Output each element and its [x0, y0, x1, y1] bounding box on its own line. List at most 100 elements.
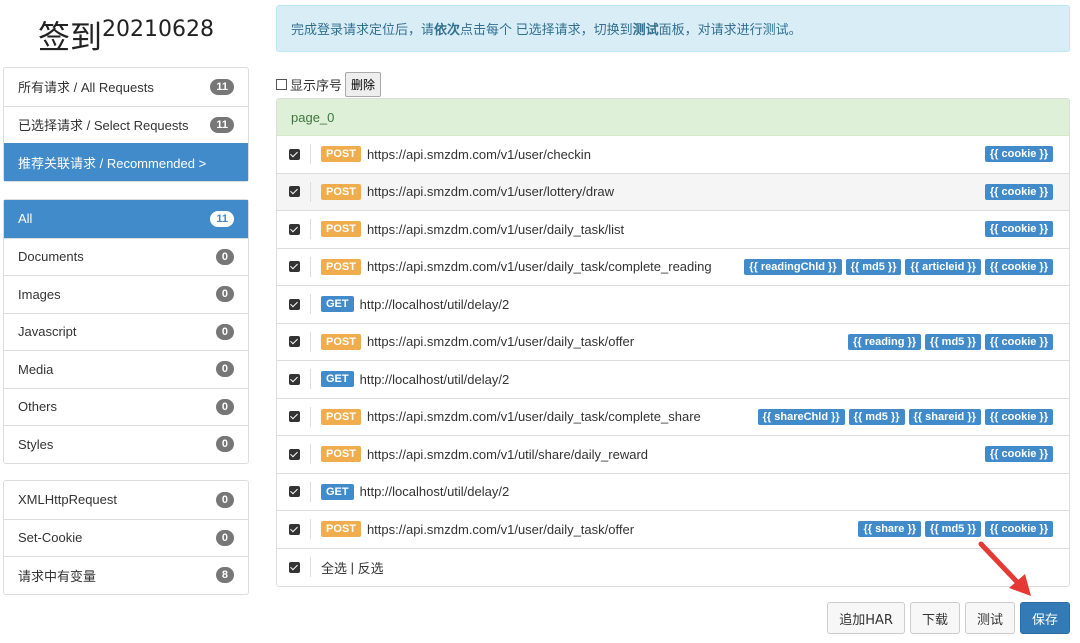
request-checkbox[interactable]	[289, 486, 300, 498]
sidebar-item-select-requests[interactable]: 已选择请求 / Select Requests 11	[4, 105, 248, 144]
count-badge: 0	[215, 361, 234, 378]
select-all-link[interactable]: 全选	[321, 558, 347, 577]
sidebar-item-all-requests[interactable]: 所有请求 / All Requests 11	[4, 68, 248, 106]
request-checkbox[interactable]	[289, 523, 300, 535]
count-badge: 0	[215, 398, 234, 415]
count-badge: 0	[215, 436, 234, 453]
request-row[interactable]: POST https://api.smzdm.com/v1/user/daily_…	[277, 324, 1069, 361]
variable-tag: {{ cookie }}	[984, 221, 1053, 238]
save-button[interactable]: 保存	[1019, 602, 1070, 634]
request-url[interactable]: https://api.smzdm.com/v1/user/daily_task…	[367, 222, 985, 237]
variable-tag: {{ cookie }}	[984, 258, 1053, 275]
method-badge: POST	[321, 221, 361, 238]
request-checkbox[interactable]	[289, 261, 300, 273]
request-filter-group: 所有请求 / All Requests 11 已选择请求 / Select Requ…	[3, 67, 249, 182]
sidebar-item-images[interactable]: Images 0	[4, 275, 248, 313]
variable-tag: {{ cookie }}	[984, 521, 1053, 538]
request-checkbox[interactable]	[289, 411, 300, 423]
sidebar-item-set-cookie[interactable]: Set-Cookie 0	[4, 518, 248, 557]
divider	[310, 519, 311, 540]
variable-tags: {{ share }}{{ md5 }}{{ cookie }}	[858, 521, 1053, 538]
sidebar-item-media[interactable]: Media 0	[4, 350, 248, 388]
sidebar-item-all[interactable]: All 11	[4, 200, 248, 238]
request-checkbox[interactable]	[289, 298, 300, 310]
sidebar-item-label: 已选择请求 / Select Requests	[18, 118, 189, 134]
delete-button[interactable]: 删除	[345, 72, 382, 97]
sidebar-item-others[interactable]: Others 0	[4, 387, 248, 426]
request-row[interactable]: GET http://localhost/util/delay/2	[277, 361, 1069, 399]
request-checkbox[interactable]	[289, 186, 300, 198]
request-url[interactable]: https://api.smzdm.com/v1/user/daily_task…	[367, 334, 848, 349]
variable-tag: {{ md5 }}	[848, 408, 905, 425]
request-url[interactable]: https://api.smzdm.com/v1/user/daily_task…	[367, 522, 859, 537]
request-url[interactable]: https://api.smzdm.com/v1/user/checkin	[367, 147, 985, 162]
invert-selection-link[interactable]: 反选	[358, 558, 384, 577]
variable-tags: {{ reading }}{{ md5 }}{{ cookie }}	[848, 333, 1053, 350]
variable-tag: {{ cookie }}	[984, 446, 1053, 463]
list-toolbar: 显示序号 删除	[276, 72, 382, 97]
request-row[interactable]: POST https://api.smzdm.com/v1/user/daily_…	[277, 511, 1069, 549]
sidebar-item-label: 所有请求 / All Requests	[18, 80, 154, 96]
download-button[interactable]: 下载	[909, 602, 960, 634]
request-row[interactable]: POST https://api.smzdm.com/v1/util/share/…	[277, 436, 1069, 474]
sidebar-item-label: 推荐关联请求 / Recommended >	[18, 155, 207, 171]
page-title: 签到20210628	[38, 17, 214, 56]
divider	[310, 144, 311, 165]
method-badge: POST	[321, 333, 361, 350]
variable-tags: {{ cookie }}	[984, 221, 1053, 238]
request-url[interactable]: http://localhost/util/delay/2	[360, 297, 1053, 312]
variable-tag: {{ articleid }}	[905, 258, 981, 275]
variable-tag: {{ reading }}	[848, 333, 922, 350]
method-badge: POST	[321, 446, 361, 463]
variable-tag: {{ share }}	[858, 521, 922, 538]
divider	[310, 294, 311, 315]
method-badge: GET	[321, 371, 354, 388]
select-footer: 全选 | 反选	[277, 549, 1069, 586]
method-badge: POST	[321, 408, 361, 425]
request-checkbox[interactable]	[289, 373, 300, 385]
variable-tag: {{ md5 }}	[845, 258, 902, 275]
sidebar-item-label: All	[18, 211, 33, 227]
test-button[interactable]: 测试	[964, 602, 1015, 634]
request-row[interactable]: POST https://api.smzdm.com/v1/user/lotter…	[277, 173, 1069, 211]
variable-tag: {{ cookie }}	[984, 183, 1053, 200]
sidebar-item-label: Others	[18, 399, 58, 415]
variable-tag: {{ shareChld }}	[757, 408, 845, 425]
request-row[interactable]: POST https://api.smzdm.com/v1/user/checki…	[277, 136, 1069, 174]
method-badge: POST	[321, 146, 361, 163]
request-checkbox[interactable]	[289, 148, 300, 160]
sidebar-item-recommended[interactable]: 推荐关联请求 / Recommended >	[4, 143, 248, 181]
divider	[310, 444, 311, 465]
sidebar-item-label: 请求中有变量	[18, 568, 97, 584]
request-url[interactable]: https://api.smzdm.com/v1/user/daily_task…	[367, 259, 744, 274]
request-url[interactable]: https://api.smzdm.com/v1/user/daily_task…	[367, 409, 758, 424]
variable-tags: {{ readingChld }}{{ md5 }}{{ articleid }…	[744, 258, 1053, 275]
sidebar-item-javascript[interactable]: Javascript 0	[4, 312, 248, 351]
sidebar-item-xmlhttprequest[interactable]: XMLHttpRequest 0	[4, 481, 248, 519]
append-har-button[interactable]: 追加HAR	[827, 602, 905, 634]
request-row[interactable]: POST https://api.smzdm.com/v1/user/daily_…	[277, 249, 1069, 286]
sidebar-item-item[interactable]: 请求中有变量 8	[4, 556, 248, 594]
show-index-checkbox[interactable]	[276, 79, 287, 90]
variable-tags: {{ shareChld }}{{ md5 }}{{ shareid }}{{ …	[757, 408, 1053, 425]
request-checkbox[interactable]	[289, 448, 300, 460]
request-row[interactable]: GET http://localhost/util/delay/2	[277, 474, 1069, 511]
select-all-checkbox[interactable]	[289, 561, 300, 573]
count-badge: 0	[215, 248, 234, 265]
request-row[interactable]: POST https://api.smzdm.com/v1/user/daily_…	[277, 399, 1069, 436]
request-checkbox[interactable]	[289, 336, 300, 348]
request-url[interactable]: http://localhost/util/delay/2	[360, 484, 1053, 499]
divider	[310, 219, 311, 240]
request-url[interactable]: https://api.smzdm.com/v1/util/share/dail…	[367, 447, 985, 462]
request-checkbox[interactable]	[289, 223, 300, 235]
count-badge: 11	[210, 116, 234, 133]
sidebar-item-documents[interactable]: Documents 0	[4, 237, 248, 276]
request-row[interactable]: POST https://api.smzdm.com/v1/user/daily_…	[277, 211, 1069, 249]
sidebar-item-styles[interactable]: Styles 0	[4, 425, 248, 463]
sidebar-item-label: Media	[18, 361, 54, 377]
request-url[interactable]: http://localhost/util/delay/2	[360, 372, 1053, 387]
request-url[interactable]: https://api.smzdm.com/v1/user/lottery/dr…	[367, 184, 985, 199]
request-row[interactable]: GET http://localhost/util/delay/2	[277, 286, 1069, 324]
variable-tag: {{ md5 }}	[925, 521, 981, 538]
variable-tags: {{ cookie }}	[984, 146, 1053, 163]
